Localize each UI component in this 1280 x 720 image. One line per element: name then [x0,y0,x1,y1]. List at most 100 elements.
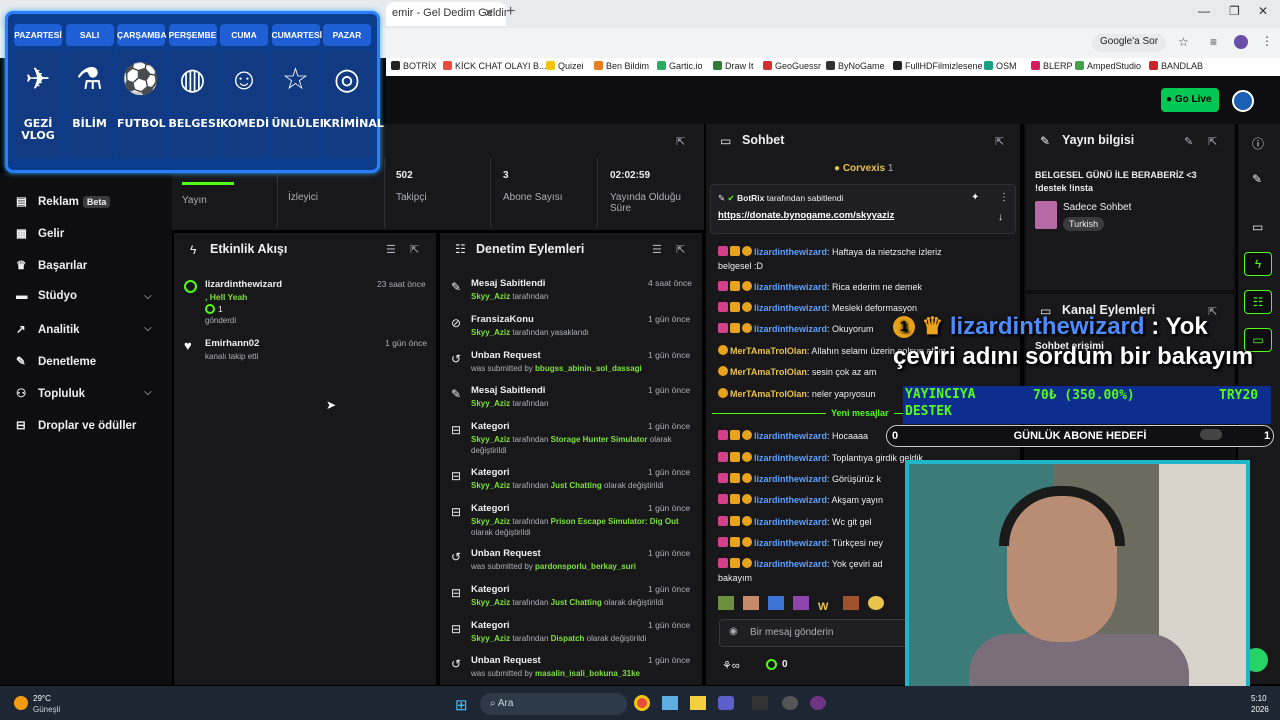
chat-username[interactable]: lizardinthewizard [754,324,827,334]
chat-username[interactable]: lizardinthewizard [754,495,827,505]
google-sor-button[interactable]: Google'a Sor [1092,34,1167,52]
emote-icon[interactable] [718,596,734,610]
chevron-down-icon[interactable]: ⌵ [144,323,152,334]
emote-icon[interactable] [793,596,809,610]
list-icon: ☷ [455,242,466,256]
emote-icon[interactable] [743,596,759,610]
nav-analitik[interactable]: ↗ Analitik [16,322,80,336]
emote-icon[interactable] [843,596,859,610]
nav-reklam[interactable]: ▤ Reklam Beta [16,194,111,208]
bookmark-item[interactable]: OSM [984,61,1017,71]
bookmark-item[interactable]: ByNoGame [826,61,885,71]
chevron-down-icon[interactable]: ⌵ [144,387,152,398]
schedule-day: ÇARŞAMBA [117,24,167,46]
category-icon: ⊟ [451,622,462,636]
mod-badge-icon [718,430,728,440]
info-icon[interactable]: ⓘ [1252,135,1264,152]
sub-badge-icon [742,473,752,483]
chat-text: : Haftaya da nietzsche izleriz [827,247,942,257]
filter-icon[interactable]: ☰ [386,243,396,256]
reading-list-icon[interactable]: ≡ [1210,35,1217,49]
nav-denetleme[interactable]: ✎ Denetleme [16,354,96,368]
chat-settings-icon[interactable]: ⚘∞ [722,659,740,672]
popout-icon[interactable]: ⇱ [676,243,685,256]
bookmark-item[interactable]: Draw It [713,61,754,71]
bookmark-item[interactable]: Ben Bildim [594,61,649,71]
new-tab-icon[interactable]: + [506,3,515,21]
chat-message: lizardinthewizard: Hocaaaa [718,430,868,441]
mod-action-category: Dispatch [550,634,585,643]
nav-studyo[interactable]: ▬ Stüdyo [16,290,77,302]
chat-message: belgesel :D [718,261,763,271]
chat-username[interactable]: lizardinthewizard [754,431,827,441]
menu-icon[interactable]: ⋮ [1261,34,1273,48]
lightning-icon[interactable]: ϟ [1244,252,1272,276]
avatar[interactable] [1232,90,1254,112]
pin-icon[interactable]: ✦ [971,192,979,203]
popout-icon[interactable]: ⇱ [410,243,419,256]
chat-username[interactable]: lizardinthewizard [754,538,827,548]
chat-username[interactable]: lizardinthewizard [754,474,827,484]
chat-username[interactable]: lizardinthewizard [754,517,827,527]
bookmark-item[interactable]: BLERP [1031,61,1073,71]
popout-icon[interactable]: ⇱ [995,135,1004,148]
card-icon[interactable]: ▭ [1252,220,1263,234]
emote-icon[interactable] [768,596,784,610]
windows-start-icon[interactable]: ⊞ [455,696,468,714]
chat-username[interactable]: lizardinthewizard [754,282,827,292]
nav-gelir[interactable]: ▦ Gelir [16,226,64,240]
arrow-down-icon[interactable]: ↓ [998,212,1003,223]
bookmark-item[interactable]: BOTRİX [391,61,437,71]
bookmark-item[interactable]: FullHDFilmizlesene [893,61,983,71]
chat-username[interactable]: lizardinthewizard [754,453,827,463]
bookmark-item[interactable]: BANDLAB [1149,61,1203,71]
maximize-icon[interactable]: ❐ [1229,4,1240,18]
chat-username[interactable]: MerTAmaTrolOlan [730,389,807,399]
bookmark-item[interactable]: AmpedStudio [1075,61,1141,71]
nav-basarilar[interactable]: ♛ Başarılar [16,258,87,272]
chat-username[interactable]: MerTAmaTrolOlan [730,367,807,377]
pinned-link[interactable]: https://donate.bynogame.com/skyyaziz [718,210,894,221]
chat-username[interactable]: MerTAmaTrolOlan [730,346,807,356]
popout-icon[interactable]: ⇱ [676,135,685,148]
teams-icon[interactable] [718,696,734,710]
obs-icon[interactable] [782,696,798,710]
emote-icon[interactable] [868,596,884,610]
sub-badge-icon [742,537,752,547]
emote-row[interactable]: W [718,596,884,615]
epic-games-icon[interactable] [752,696,768,710]
folder-icon[interactable] [690,696,706,710]
chat-username[interactable]: lizardinthewizard [754,247,827,257]
minimize-icon[interactable]: — [1198,4,1210,18]
bookmark-item[interactable]: KİCK CHAT OLAYI B... [443,61,547,71]
edit-icon[interactable]: ✎ [1252,172,1262,186]
chrome-icon[interactable] [634,695,650,711]
bookmark-item[interactable]: GeoGuessr [763,61,821,71]
app-icon[interactable] [810,696,826,710]
filter-icon[interactable]: ☰ [652,243,662,256]
category-icon: ⊟ [451,469,462,483]
chevron-down-icon[interactable]: ⌵ [144,291,152,302]
crown-icon [730,516,740,526]
chat-username[interactable]: lizardinthewizard [754,559,827,569]
nav-topluluk[interactable]: ⚇ Topluluk [16,386,85,400]
bookmark-item[interactable]: Quizei [546,61,584,71]
mod-action-detail: Skyy_Aziz tarafından Prison Escape Simul… [471,516,693,538]
close-tab-icon[interactable]: ✕ [484,6,494,20]
app-icon[interactable] [662,696,678,710]
bookmark-item[interactable]: Gartic.io [657,61,703,71]
emote-icon[interactable]: W [818,601,834,615]
go-live-button[interactable]: ● Go Live [1161,88,1219,112]
list-icon[interactable]: ☷ [1244,290,1272,314]
nav-droplar[interactable]: ⊟ Droplar ve ödüller [16,418,136,432]
profile-icon[interactable] [1234,35,1248,49]
edit-icon[interactable]: ✎ [1184,135,1193,148]
more-icon[interactable]: ⋮ [999,192,1009,203]
chat-username[interactable]: lizardinthewizard [754,303,827,313]
popout-icon[interactable]: ⇱ [1208,135,1217,148]
sub-badge-icon [742,494,752,504]
crown-icon [730,281,740,291]
star-icon[interactable]: ☆ [1178,35,1189,49]
close-window-icon[interactable]: ✕ [1258,4,1268,18]
taskbar-search[interactable]: ⌕ Ara [480,693,627,715]
